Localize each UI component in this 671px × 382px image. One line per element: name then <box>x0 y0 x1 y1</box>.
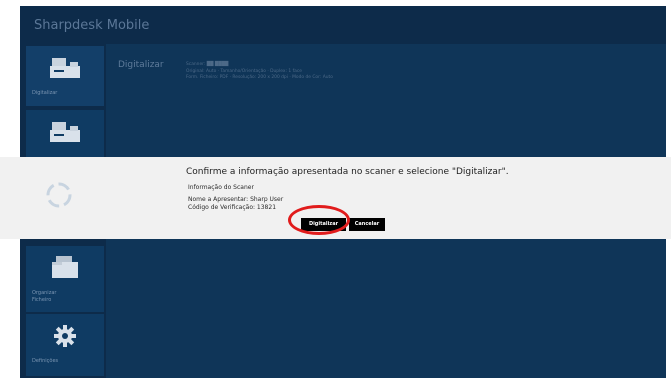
panel-title: Digitalizar <box>118 60 164 70</box>
scanner-icon <box>50 122 80 142</box>
sidebar-item-label: Digitalizar <box>32 90 58 96</box>
dialog-heading: Confirme a informação apresentada no sca… <box>186 167 509 177</box>
highlight-circle <box>288 205 350 235</box>
verification-code-line: Código de Verificação: 13821 <box>188 204 277 211</box>
sidebar-item-digitalizar[interactable]: Digitalizar <box>26 46 104 106</box>
display-name-line: Nome a Apresentar: Sharp User <box>188 196 284 203</box>
folder-icon <box>52 256 78 278</box>
sidebar-item-organizar[interactable]: Organizar Ficheiro <box>26 246 104 312</box>
sidebar-item-label: Definições <box>32 358 59 364</box>
app-title: Sharpdesk Mobile <box>34 18 150 33</box>
scan-detail-line: Form. Ficheiro: PDF · Resolução: 200 x 2… <box>186 75 333 80</box>
scanner-icon <box>50 58 80 78</box>
loading-spinner-icon <box>46 182 72 208</box>
cancel-button[interactable]: Cancelar <box>349 218 385 231</box>
gear-icon <box>54 325 76 347</box>
sidebar-item-label: Organizar Ficheiro <box>32 290 57 303</box>
sidebar-item-definicoes[interactable]: Definições <box>26 314 104 376</box>
scan-details: Scanner: ██ ████ Original: Auto · Tamanh… <box>186 62 333 82</box>
scanner-info-label: Informação do Scaner <box>188 184 254 191</box>
